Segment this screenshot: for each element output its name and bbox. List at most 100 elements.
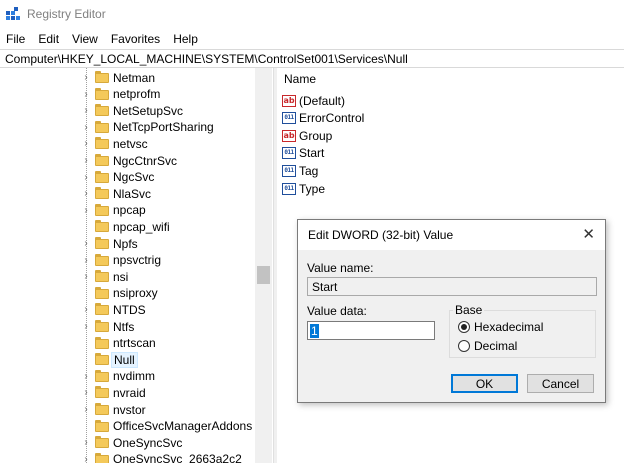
tree-item[interactable]: › netprofm [0, 86, 255, 103]
tree-item-label[interactable]: netvsc [113, 137, 148, 151]
tree-item[interactable]: ntrtscan [0, 335, 255, 352]
tree-scrollbar[interactable] [255, 68, 272, 463]
value-name[interactable]: (Default) [299, 94, 345, 108]
address-path[interactable]: Computer\HKEY_LOCAL_MACHINE\SYSTEM\Contr… [5, 52, 408, 66]
radio-hexadecimal-dot[interactable] [458, 321, 470, 333]
value-name[interactable]: Tag [299, 164, 318, 178]
tree-item-label[interactable]: NgcCtnrSvc [113, 154, 177, 168]
key-tree[interactable]: › Netman › netprofm › NetSetupSvc › NetTcpPortS… [0, 68, 273, 463]
tree-item[interactable]: › Npfs [0, 235, 255, 252]
tree-item[interactable]: › nvraid [0, 384, 255, 401]
chevron-right-icon[interactable]: › [82, 152, 90, 169]
tree-item-label[interactable]: OfficeSvcManagerAddons [113, 419, 252, 433]
tree-item[interactable]: OfficeSvcManagerAddons [0, 418, 255, 435]
tree-item-label[interactable]: nsi [113, 270, 128, 284]
chevron-right-icon[interactable]: › [82, 451, 90, 463]
tree-item[interactable]: › npcap [0, 202, 255, 219]
chevron-right-icon[interactable]: › [82, 235, 90, 252]
tree-item-label[interactable]: nvdimm [113, 369, 155, 383]
tree-item-label[interactable]: nvraid [113, 386, 146, 400]
tree-item-label[interactable]: npcap [113, 203, 146, 217]
value-row[interactable]: ab Group [282, 127, 332, 144]
tree-item[interactable]: › NgcCtnrSvc [0, 152, 255, 169]
chevron-right-icon[interactable]: › [82, 169, 90, 186]
tree-item[interactable]: npcap_wifi [0, 218, 255, 235]
value-row[interactable]: 011 Tag [282, 162, 318, 179]
tree-item-label[interactable]: nsiproxy [113, 286, 158, 300]
tree-item-label[interactable]: nvstor [113, 403, 146, 417]
chevron-right-icon[interactable]: › [82, 135, 90, 152]
tree-item-label[interactable]: NetTcpPortSharing [113, 120, 214, 134]
value-row[interactable]: 011 ErrorControl [282, 110, 364, 127]
tree-item[interactable]: › NgcSvc [0, 169, 255, 186]
tree-item[interactable]: nsiproxy [0, 285, 255, 302]
tree-item[interactable]: › nsi [0, 268, 255, 285]
tree-item[interactable]: › nvdimm [0, 368, 255, 385]
tree-item[interactable]: › nvstor [0, 401, 255, 418]
tree-item[interactable]: › npsvctrig [0, 252, 255, 269]
tree-item[interactable]: › OneSyncSvc [0, 434, 255, 451]
tree-item-label[interactable]: NTDS [113, 303, 146, 317]
tree-item[interactable]: › Ntfs [0, 318, 255, 335]
value-data-input[interactable]: 1 [307, 321, 435, 340]
tree-item[interactable]: › NetSetupSvc [0, 102, 255, 119]
chevron-right-icon[interactable]: › [82, 252, 90, 269]
tree-item[interactable]: › NlaSvc [0, 185, 255, 202]
chevron-right-icon[interactable]: › [82, 268, 90, 285]
tree-item[interactable]: › NetTcpPortSharing [0, 119, 255, 136]
tree-item-label[interactable]: netprofm [113, 87, 160, 101]
value-name[interactable]: Type [299, 182, 325, 196]
chevron-right-icon[interactable]: › [82, 434, 90, 451]
address-bar[interactable]: Computer\HKEY_LOCAL_MACHINE\SYSTEM\Contr… [0, 49, 624, 68]
chevron-right-icon[interactable]: › [82, 401, 90, 418]
chevron-right-icon[interactable]: › [82, 86, 90, 103]
menu-edit[interactable]: Edit [38, 32, 59, 46]
chevron-right-icon[interactable]: › [82, 69, 90, 86]
chevron-right-icon[interactable]: › [82, 384, 90, 401]
tree-item-label[interactable]: Npfs [113, 237, 138, 251]
chevron-right-icon[interactable]: › [82, 102, 90, 119]
cancel-button[interactable]: Cancel [527, 374, 594, 393]
value-row[interactable]: 011 Type [282, 180, 325, 197]
tree-item-label[interactable]: OneSyncSvc [113, 436, 182, 450]
tree-item-label[interactable]: Null [111, 351, 138, 368]
menu-favorites[interactable]: Favorites [111, 32, 160, 46]
tree-item-label[interactable]: Ntfs [113, 320, 134, 334]
tree-item-label[interactable]: npsvctrig [113, 253, 161, 267]
tree-scrollbar-thumb[interactable] [257, 266, 270, 284]
chevron-right-icon[interactable]: › [82, 301, 90, 318]
column-header-name[interactable]: Name [284, 72, 316, 86]
tree-item-label[interactable]: NgcSvc [113, 170, 154, 184]
radio-hexadecimal[interactable]: Hexadecimal [458, 319, 543, 335]
tree-item-label[interactable]: NlaSvc [113, 187, 151, 201]
chevron-right-icon[interactable]: › [82, 318, 90, 335]
chevron-right-icon[interactable]: › [82, 185, 90, 202]
close-icon[interactable]: ✕ [582, 227, 595, 242]
chevron-right-icon[interactable]: › [82, 202, 90, 219]
pane-splitter[interactable] [273, 68, 277, 463]
menu-view[interactable]: View [72, 32, 98, 46]
value-data-text[interactable]: 1 [310, 323, 319, 338]
menu-file[interactable]: File [6, 32, 25, 46]
value-row[interactable]: 011 Start [282, 145, 324, 162]
tree-item-label[interactable]: OneSyncSvc_2663a2c2 [113, 452, 242, 463]
radio-decimal-dot[interactable] [458, 340, 470, 352]
value-name[interactable]: ErrorControl [299, 111, 364, 125]
value-row[interactable]: ab (Default) [282, 92, 345, 109]
value-name[interactable]: Start [299, 146, 324, 160]
tree-item[interactable]: › Netman [0, 69, 255, 86]
tree-item[interactable]: › NTDS [0, 301, 255, 318]
radio-decimal[interactable]: Decimal [458, 338, 517, 354]
tree-item-label[interactable]: Netman [113, 71, 155, 85]
chevron-right-icon[interactable]: › [82, 119, 90, 136]
tree-item[interactable]: › OneSyncSvc_2663a2c2 [0, 451, 255, 463]
tree-item[interactable]: Null [0, 351, 255, 368]
radio-hexadecimal-label[interactable]: Hexadecimal [474, 320, 543, 334]
tree-item-label[interactable]: npcap_wifi [113, 220, 170, 234]
radio-decimal-label[interactable]: Decimal [474, 339, 517, 353]
ok-button[interactable]: OK [451, 374, 518, 393]
tree-item-label[interactable]: ntrtscan [113, 336, 156, 350]
chevron-right-icon[interactable]: › [82, 368, 90, 385]
value-name[interactable]: Group [299, 129, 332, 143]
tree-item-label[interactable]: NetSetupSvc [113, 104, 183, 118]
